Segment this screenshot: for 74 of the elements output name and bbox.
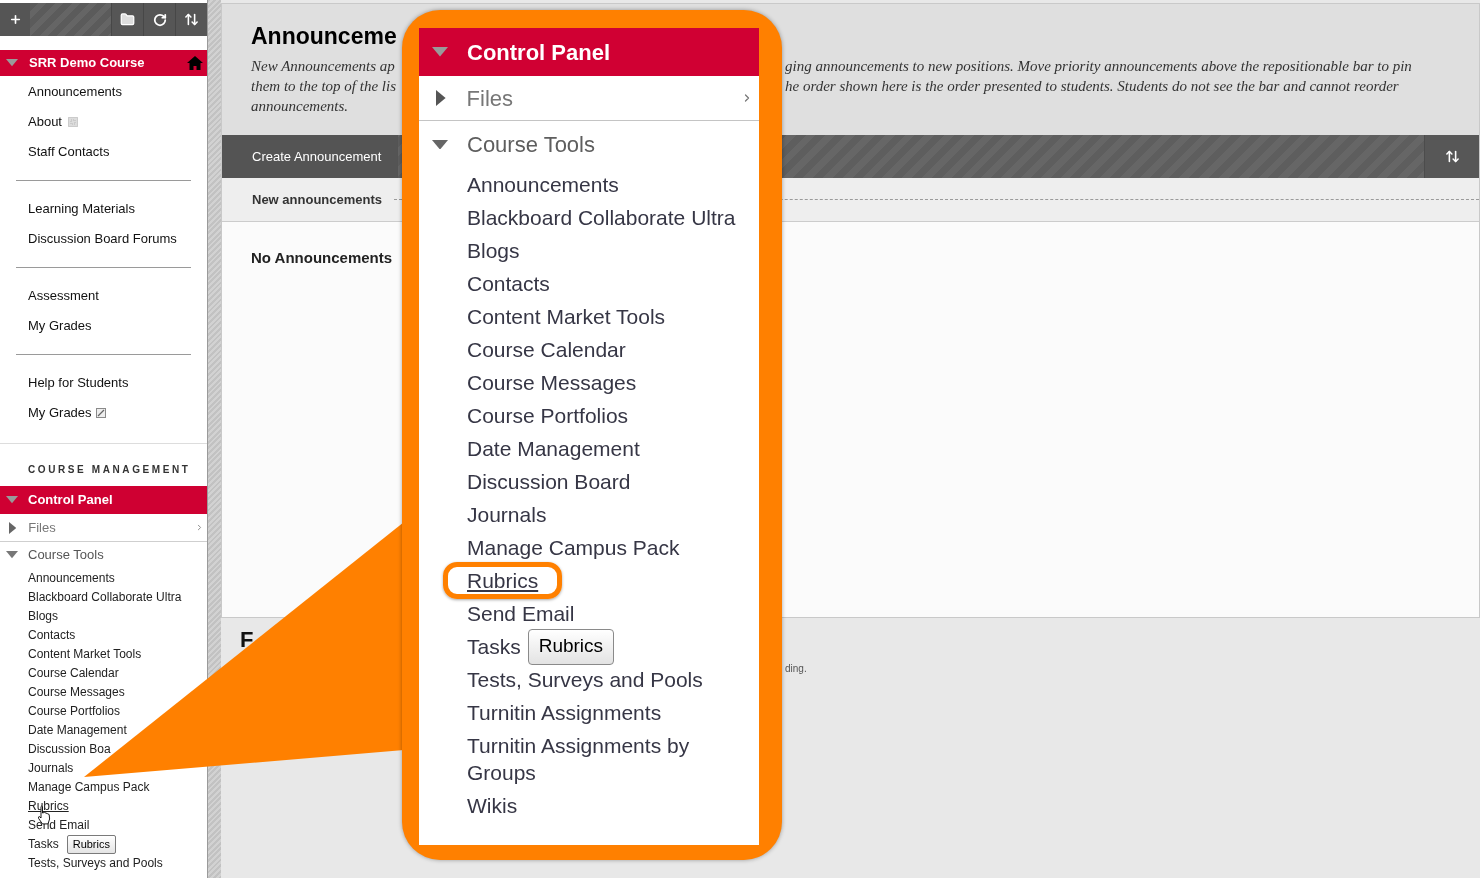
section-link[interactable]: Course Tools (467, 128, 595, 161)
tool-link[interactable]: Date Management (28, 721, 127, 740)
chevron-right-icon (195, 523, 204, 532)
tool-link[interactable]: Contacts (28, 626, 76, 645)
dotted-square-icon (68, 117, 78, 127)
control-panel-title[interactable]: Control Panel (467, 35, 610, 69)
tool-link[interactable]: Discussion Board (467, 468, 631, 495)
menu-link[interactable]: Assessment (28, 286, 99, 306)
tool-link[interactable]: Discussion Boa (28, 740, 111, 759)
tool-link[interactable]: Course Portfolios (467, 402, 629, 429)
tool-link[interactable]: Tests, Surveys and Pools (467, 666, 703, 693)
home-icon[interactable] (187, 56, 203, 70)
slashed-square-icon (95, 408, 106, 418)
menu-link[interactable]: Discussion Board Forums (28, 229, 177, 249)
tool-link[interactable]: Blackboard Collaborate Ultra (28, 588, 182, 607)
menu-link[interactable]: Announcements (28, 82, 122, 102)
tool-link[interactable]: Tests, Surveys and Pools (28, 854, 163, 873)
tooltip: Rubrics (66, 835, 116, 854)
tool-link[interactable]: Tasks (467, 633, 521, 660)
tool-link[interactable]: Turnitin Assignments by Groups (467, 732, 749, 786)
tool-link[interactable]: Content Market Tools (28, 645, 142, 664)
menu-link[interactable]: Learning Materials (28, 199, 135, 219)
tool-link[interactable]: Manage Campus Pack (28, 778, 150, 797)
tool-link[interactable]: Rubrics (28, 797, 69, 816)
tool-link[interactable]: Manage Campus Pack (467, 534, 680, 561)
empty-message: No Announcements (251, 249, 393, 266)
sort-arrows-icon (1444, 149, 1460, 164)
menu-link[interactable]: My Grades (28, 316, 92, 336)
plus-icon (8, 13, 22, 26)
section-link[interactable]: Files (28, 517, 56, 538)
right-triangle-icon[interactable] (9, 521, 17, 534)
menu-link[interactable]: My Grades (28, 403, 92, 423)
tool-link[interactable]: Tasks (28, 835, 59, 854)
right-triangle-icon[interactable] (436, 90, 446, 106)
tool-link[interactable]: Course Calendar (467, 336, 626, 363)
refresh-icon (152, 12, 167, 27)
tool-link[interactable]: Contacts (467, 270, 550, 297)
tool-link[interactable]: Journals (467, 501, 547, 528)
footer-note: ding. (785, 663, 807, 674)
tool-link[interactable]: Announcements (467, 171, 619, 198)
tool-link[interactable]: Send Email (467, 600, 575, 627)
menu-link[interactable]: Staff Contacts (28, 142, 110, 162)
control-panel-title[interactable]: Control Panel (28, 490, 113, 510)
tool-link[interactable]: Date Management (467, 435, 640, 462)
tool-link[interactable]: Blackboard Collaborate Ultra (467, 204, 736, 231)
tool-link[interactable]: Blogs (28, 607, 59, 626)
tool-link[interactable]: Course Calendar (28, 664, 119, 683)
tool-link[interactable]: Wikis (467, 792, 518, 819)
footer-heading: F (240, 627, 254, 652)
menu-link[interactable]: About (28, 112, 62, 132)
section-link[interactable]: Course Tools (28, 545, 104, 565)
down-triangle-icon[interactable] (432, 139, 448, 150)
tool-link[interactable]: Course Portfolios (28, 702, 121, 721)
create-announcement-button[interactable]: Create Announcement (222, 135, 398, 178)
section-heading: COURSE MANAGEMENT (28, 464, 192, 476)
tool-link[interactable]: Rubrics (467, 567, 539, 594)
tool-link[interactable]: Turnitin Assignments (467, 699, 662, 726)
tool-link[interactable]: Content Market Tools (467, 303, 666, 330)
tool-link[interactable]: Course Messages (28, 683, 125, 702)
divider-label: New announcements (252, 190, 383, 209)
page-title: Announceme (251, 22, 398, 50)
description-text: ging announcements to new positions. Move priority announcements above the repositionable bar to pin he order shown here is the order presented to students. Students do not see the bar and cannot reorder (785, 57, 1412, 96)
tool-link[interactable]: Blogs (467, 237, 520, 264)
tooltip: Rubrics (527, 628, 615, 665)
sort-arrows-icon (184, 12, 199, 27)
course-title[interactable]: SRR Demo Course (29, 53, 145, 73)
menu-link[interactable]: Help for Students (28, 373, 129, 393)
description-text: New Announcements ap them to the top of the lis announcements. (251, 57, 397, 116)
tool-link[interactable]: Journals (28, 759, 74, 778)
folder-icon (120, 12, 135, 27)
tool-link[interactable]: Course Messages (467, 369, 637, 396)
down-triangle-icon[interactable] (6, 551, 18, 559)
section-link[interactable]: Files (466, 81, 514, 115)
tool-link[interactable]: Announcements (28, 569, 115, 588)
